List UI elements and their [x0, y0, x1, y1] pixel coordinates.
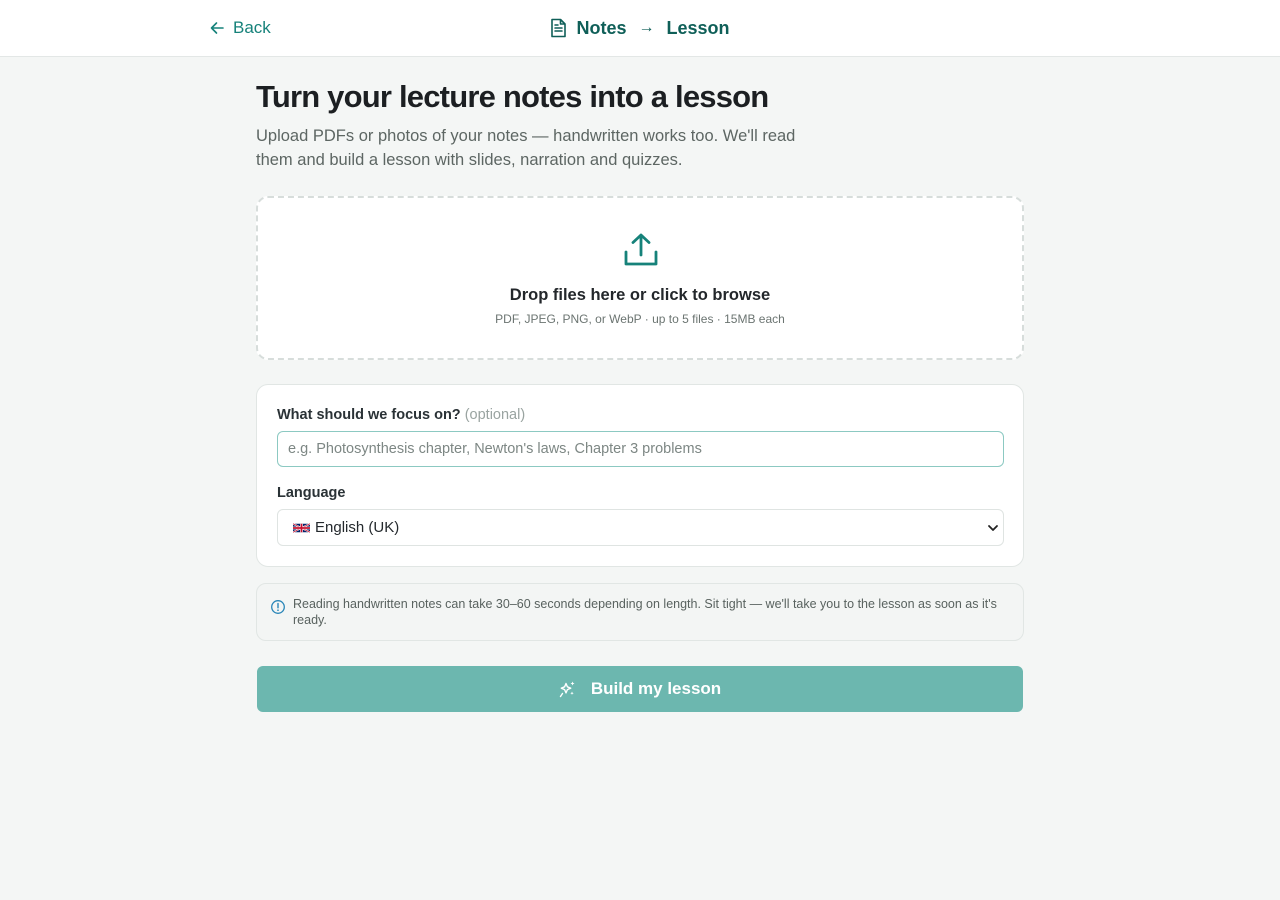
options-card: What should we focus on? (optional) Lang… — [256, 384, 1024, 567]
focus-label: What should we focus on? (optional) — [277, 407, 525, 423]
top-bar: Back Notes → Lesson — [0, 0, 1280, 57]
optional-tag: (optional) — [464, 407, 526, 423]
dropzone-hint: PDF, JPEG, PNG, or WebP · up to 5 files … — [495, 312, 785, 326]
sparkles-icon — [559, 681, 575, 698]
notice-text: Reading handwritten notes can take 30–60… — [293, 597, 997, 627]
brand-to: Lesson — [666, 17, 730, 38]
chevron-down-icon — [988, 525, 998, 531]
page-title: Turn your lecture notes into a lesson — [256, 79, 769, 114]
processing-notice: Reading handwritten notes can take 30–60… — [256, 583, 1024, 641]
build-label: Build my lesson — [590, 679, 722, 698]
file-dropzone[interactable]: Drop files here or click to browse PDF, … — [256, 196, 1024, 360]
brand-from: Notes — [576, 17, 627, 38]
language-value: English (UK) — [315, 519, 400, 536]
page-subtitle: Upload PDFs or photos of your notes — ha… — [256, 127, 796, 169]
focus-input[interactable] — [277, 431, 1004, 467]
uk-flag-icon — [293, 522, 310, 533]
app-brand: Notes → Lesson — [0, 16, 1280, 40]
upload-icon — [624, 233, 658, 266]
focus-label-text: What should we focus on? — [277, 407, 461, 423]
language-select[interactable]: English (UK) — [277, 509, 1004, 546]
build-lesson-button[interactable]: Build my lesson — [257, 666, 1023, 712]
language-label: Language — [277, 485, 346, 501]
brand-arrow: → — [638, 19, 655, 36]
info-icon — [271, 600, 285, 614]
dropzone-title: Drop files here or click to browse — [509, 286, 771, 304]
document-icon — [551, 18, 567, 38]
